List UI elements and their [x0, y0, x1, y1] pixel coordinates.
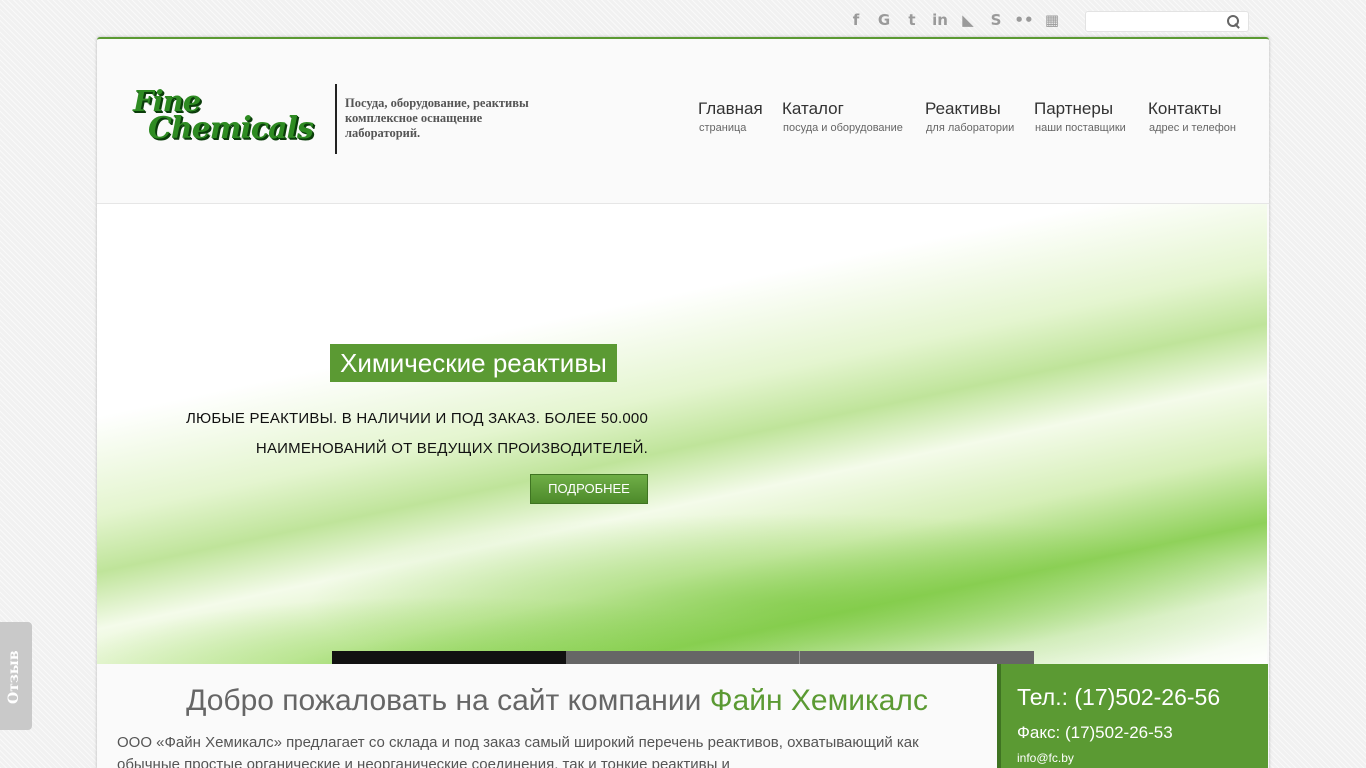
tagline: Посуда, оборудование, реактивы комплексн…: [345, 96, 529, 140]
flickr-icon[interactable]: ••: [1010, 10, 1038, 30]
nav-title: Каталог: [782, 99, 844, 118]
slide-text-line-2: НАИМЕНОВАНИЙ ОТ ВЕДУЩИХ ПРОИЗВОДИТЕЛЕЙ.: [255, 440, 648, 457]
twitter-icon[interactable]: t: [898, 10, 926, 30]
slide-text: ЛЮБЫЕ РЕАКТИВЫ. В НАЛИЧИИ И ПОД ЗАКАЗ. Б…: [137, 404, 648, 464]
feedback-label: Отзыв: [6, 650, 22, 704]
logo[interactable]: Fine Chemicals: [133, 87, 314, 146]
welcome-title-highlight: Файн Хемикалс: [709, 684, 928, 717]
welcome-title: Добро пожаловать на сайт компании Файн Х…: [117, 684, 997, 718]
slider-pagination: [332, 651, 1034, 664]
slider-tab-1[interactable]: [332, 651, 566, 664]
more-button[interactable]: ПОДРОБНЕЕ: [530, 474, 648, 504]
contact-phone: Тел.: (17)502-26-56: [1017, 684, 1221, 710]
nav-title: Реактивы: [925, 99, 1001, 118]
nav-item-catalog[interactable]: Каталог посуда и оборудование: [782, 99, 903, 134]
nav-title: Партнеры: [1034, 99, 1114, 118]
contact-fax: Факс: (17)502-26-53: [1017, 723, 1173, 742]
logo-line-2: Chemicals: [148, 111, 314, 146]
header: Fine Chemicals Посуда, оборудование, реа…: [97, 39, 1269, 204]
nav-subtitle: страница: [699, 122, 747, 134]
windows-icon[interactable]: ▦: [1038, 10, 1066, 30]
slide-title: Химические реактивы: [330, 344, 617, 382]
nav-title: Главная: [698, 99, 763, 118]
rss-icon[interactable]: ◣: [954, 10, 982, 30]
google-icon[interactable]: G: [870, 10, 898, 30]
page-container: Fine Chemicals Посуда, оборудование, реа…: [97, 37, 1269, 768]
hero-slider: Химические реактивы ЛЮБЫЕ РЕАКТИВЫ. В НА…: [97, 204, 1267, 664]
linkedin-icon[interactable]: in: [926, 10, 954, 30]
nav-item-home[interactable]: Главная страница: [698, 99, 763, 134]
nav-item-reagents[interactable]: Реактивы для лаборатории: [925, 99, 1014, 134]
nav-item-contacts[interactable]: Контакты адрес и телефон: [1148, 99, 1236, 134]
header-divider: [335, 84, 337, 154]
nav-subtitle: посуда и оборудование: [783, 122, 903, 134]
welcome-section: Добро пожаловать на сайт компании Файн Х…: [97, 664, 997, 768]
feedback-tab[interactable]: Отзыв: [0, 622, 32, 730]
slider-tab-2[interactable]: [566, 651, 800, 664]
search-icon[interactable]: [1227, 15, 1241, 29]
social-icons: f G t in ◣ S •• ▦: [842, 10, 1066, 30]
nav-item-partners[interactable]: Партнеры наши поставщики: [1034, 99, 1126, 134]
nav-subtitle: для лаборатории: [926, 122, 1015, 134]
search-input[interactable]: [1086, 14, 1222, 33]
contact-email[interactable]: info@fc.by: [1017, 751, 1252, 765]
slider-tab-3[interactable]: [800, 651, 1034, 664]
skype-icon[interactable]: S: [982, 10, 1010, 30]
contact-box: Тел.: (17)502-26-56 Факс: (17)502-26-53 …: [997, 664, 1268, 768]
welcome-text: ООО «Файн Хемикалс» предлагает со склада…: [117, 734, 919, 768]
nav-subtitle: наши поставщики: [1035, 122, 1126, 134]
slide-text-line-1: ЛЮБЫЕ РЕАКТИВЫ. В НАЛИЧИИ И ПОД ЗАКАЗ. Б…: [185, 410, 648, 427]
nav-title: Контакты: [1148, 99, 1222, 118]
facebook-icon[interactable]: f: [842, 10, 870, 30]
search-box: [1085, 11, 1249, 33]
nav-subtitle: адрес и телефон: [1149, 122, 1236, 134]
welcome-title-prefix: Добро пожаловать на сайт компании: [186, 684, 702, 717]
